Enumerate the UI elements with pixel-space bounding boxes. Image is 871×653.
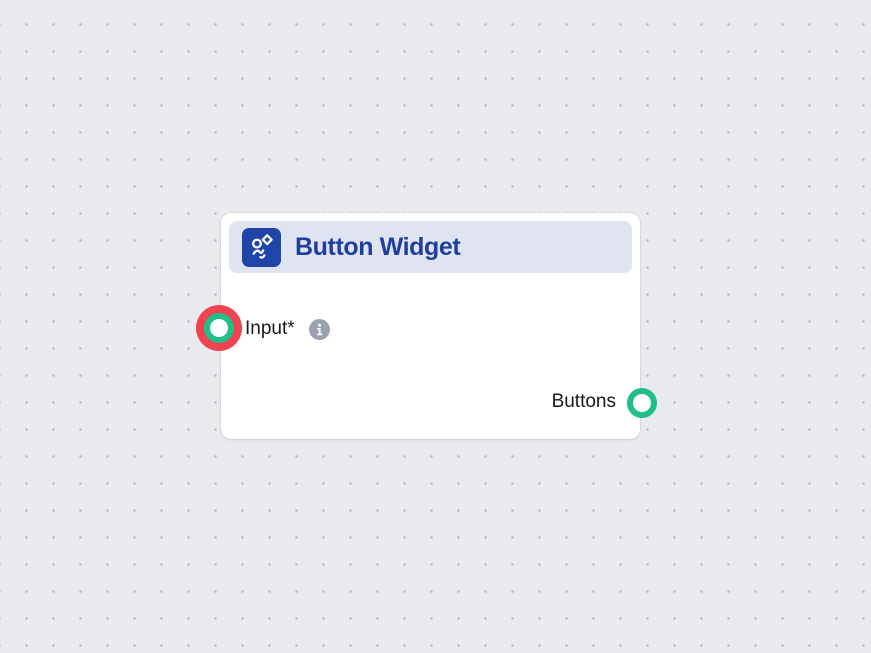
- widget-button-icon: [242, 227, 281, 267]
- output-port[interactable]: [627, 388, 657, 418]
- node-title: Button Widget: [295, 232, 461, 261]
- node-header[interactable]: Button Widget: [229, 221, 632, 273]
- output-label: Buttons: [551, 391, 616, 412]
- input-port[interactable]: [204, 313, 234, 343]
- info-icon[interactable]: [309, 319, 330, 340]
- input-label: Input*: [245, 318, 295, 339]
